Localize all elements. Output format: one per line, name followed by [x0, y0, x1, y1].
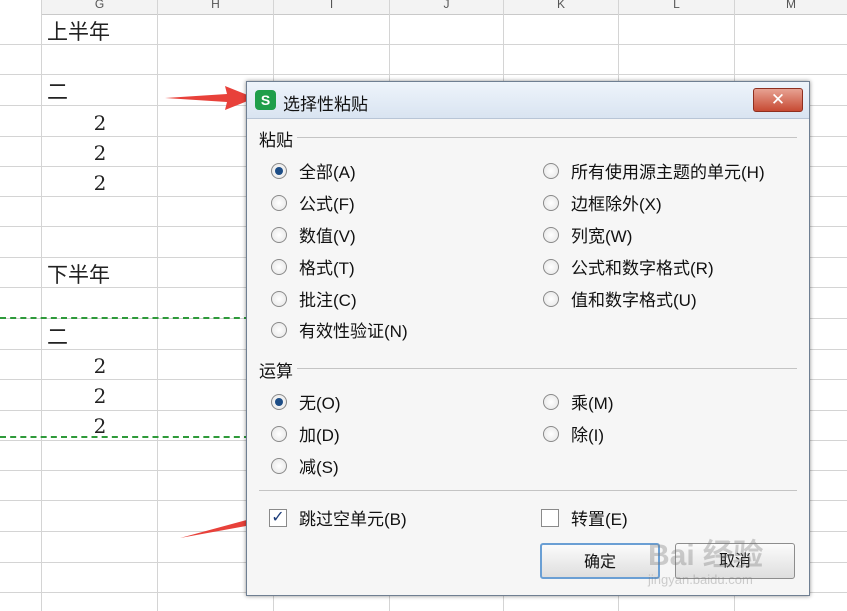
radio-icon[interactable]: [543, 425, 559, 442]
option-label: 乘(M): [571, 394, 614, 413]
dialog-title: 选择性粘贴: [283, 95, 368, 114]
option-label: 边框除外(X): [571, 195, 662, 214]
cell-value[interactable]: 2: [80, 141, 120, 165]
option-label: 加(D): [299, 426, 340, 445]
option-label: 所有使用源主题的单元(H): [571, 163, 765, 182]
wps-app-icon: S: [255, 90, 276, 110]
checkbox-icon[interactable]: [541, 508, 559, 527]
option-label: 减(S): [299, 458, 339, 477]
transpose-checkbox[interactable]: 转置(E): [541, 505, 628, 530]
column-header-g[interactable]: G: [42, 0, 157, 15]
cell-er-2[interactable]: 二: [47, 321, 68, 351]
radio-icon[interactable]: [543, 258, 559, 275]
column-header-k[interactable]: K: [504, 0, 618, 15]
radio-icon[interactable]: [271, 194, 287, 211]
paste-option-formula[interactable]: 公式(F): [271, 190, 355, 215]
operation-option-multiply[interactable]: 乘(M): [543, 389, 613, 414]
paste-option-comments[interactable]: 批注(C): [271, 286, 357, 311]
radio-icon[interactable]: [543, 162, 559, 179]
radio-icon[interactable]: [543, 393, 559, 410]
option-label: 格式(T): [299, 259, 355, 278]
cell-er-1[interactable]: 二: [47, 76, 68, 106]
radio-icon[interactable]: [271, 393, 287, 410]
operation-option-divide[interactable]: 除(I): [543, 421, 604, 446]
option-label: 除(I): [571, 426, 605, 445]
radio-icon[interactable]: [271, 321, 287, 338]
paste-section-title: 粘贴: [259, 131, 293, 150]
checkbox-checked-icon[interactable]: ✓: [269, 508, 287, 527]
paste-option-validation[interactable]: 有效性验证(N): [271, 317, 408, 342]
cell-value[interactable]: 2: [80, 414, 120, 438]
cell-second-half[interactable]: 下半年: [47, 259, 110, 289]
radio-icon[interactable]: [543, 226, 559, 243]
close-icon: ✕: [770, 90, 786, 109]
option-label: 列宽(W): [571, 227, 633, 246]
radio-icon[interactable]: [271, 457, 287, 474]
option-label: 公式和数字格式(R): [571, 259, 714, 278]
baidu-jingyan-watermark: Bai 经验: [648, 539, 764, 572]
copy-marquee-bottom: [0, 436, 250, 438]
divider: [259, 490, 797, 491]
paste-option-values[interactable]: 数值(V): [271, 222, 356, 247]
column-header-j[interactable]: J: [390, 0, 503, 15]
option-label: 批注(C): [299, 291, 357, 310]
paste-option-all[interactable]: 全部(A): [271, 158, 356, 183]
paste-option-formats[interactable]: 格式(T): [271, 254, 355, 279]
cell-value[interactable]: 2: [80, 354, 120, 378]
option-label: 跳过空单元(B): [299, 510, 407, 529]
radio-icon[interactable]: [271, 226, 287, 243]
cell-value[interactable]: 2: [80, 111, 120, 135]
divider: [297, 368, 797, 369]
option-label: 公式(F): [299, 195, 355, 214]
cell-first-half[interactable]: 上半年: [47, 16, 110, 46]
watermark-url: jingyan.baidu.com: [648, 572, 753, 587]
paste-option-formula-number-format[interactable]: 公式和数字格式(R): [543, 254, 714, 279]
option-label: 值和数字格式(U): [571, 291, 697, 310]
radio-icon[interactable]: [271, 425, 287, 442]
cell-value[interactable]: 2: [80, 384, 120, 408]
operation-option-add[interactable]: 加(D): [271, 421, 340, 446]
column-header-m[interactable]: M: [735, 0, 847, 15]
copy-marquee-top: [0, 317, 250, 319]
paste-option-column-widths[interactable]: 列宽(W): [543, 222, 632, 247]
cell-value[interactable]: 2: [80, 171, 120, 195]
paste-option-except-borders[interactable]: 边框除外(X): [543, 190, 662, 215]
option-label: 无(O): [299, 394, 341, 413]
paste-option-value-number-format[interactable]: 值和数字格式(U): [543, 286, 697, 311]
operation-option-none[interactable]: 无(O): [271, 389, 341, 414]
option-label: 有效性验证(N): [299, 322, 408, 341]
option-label: 数值(V): [299, 227, 356, 246]
radio-icon[interactable]: [543, 194, 559, 211]
option-label: 转置(E): [571, 510, 628, 529]
operation-section-title: 运算: [259, 362, 293, 381]
radio-icon[interactable]: [543, 290, 559, 307]
dialog-titlebar[interactable]: S 选择性粘贴 ✕: [247, 82, 809, 119]
ok-button[interactable]: 确定: [540, 543, 660, 579]
radio-icon[interactable]: [271, 162, 287, 179]
radio-icon[interactable]: [271, 290, 287, 307]
close-button[interactable]: ✕: [753, 88, 803, 112]
column-header-l[interactable]: L: [619, 0, 734, 15]
divider: [297, 137, 797, 138]
paste-option-source-theme[interactable]: 所有使用源主题的单元(H): [543, 158, 765, 183]
column-header-i[interactable]: I: [274, 0, 389, 15]
paste-special-dialog: S 选择性粘贴 ✕ 粘贴 全部(A) 公式(F) 数值(V) 格式(T) 批注(…: [246, 81, 810, 596]
operation-option-subtract[interactable]: 减(S): [271, 453, 339, 478]
column-header-h[interactable]: H: [158, 0, 273, 15]
radio-icon[interactable]: [271, 258, 287, 275]
skip-blanks-checkbox[interactable]: ✓ 跳过空单元(B): [269, 505, 407, 530]
option-label: 全部(A): [299, 163, 356, 182]
